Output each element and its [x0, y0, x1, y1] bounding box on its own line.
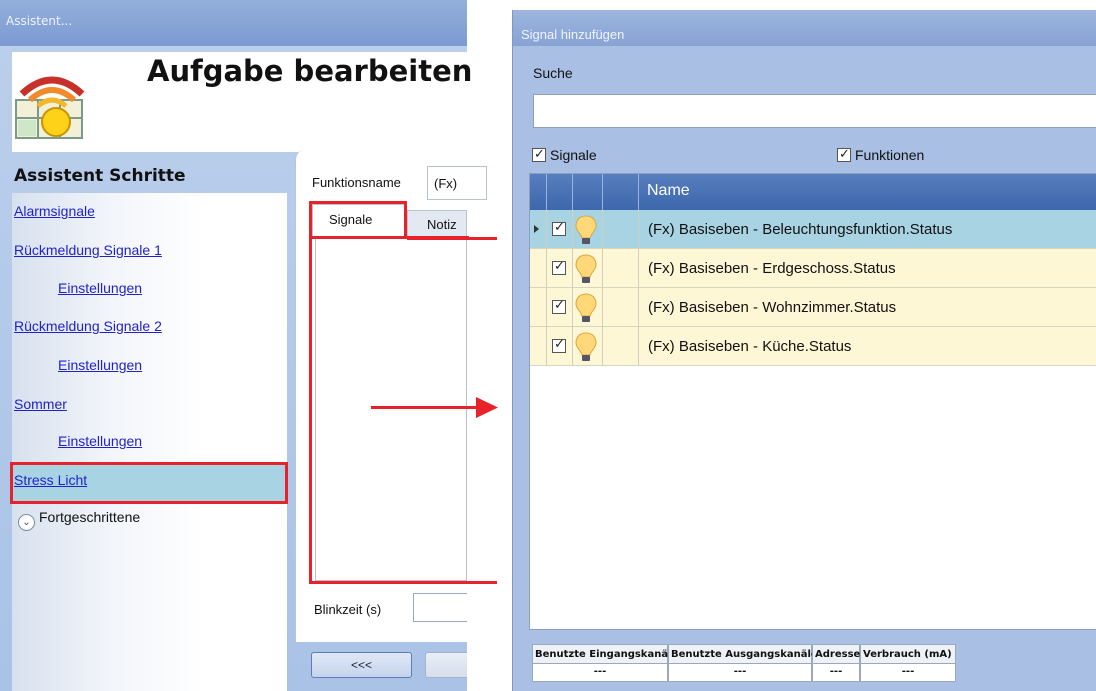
grid-header: Name: [530, 174, 1096, 210]
column-header-name[interactable]: Name: [647, 182, 690, 200]
back-button[interactable]: <<<: [311, 652, 412, 678]
steps-title: Assistent Schritte: [14, 166, 186, 186]
connector-line-bottom: [465, 581, 497, 584]
row-name: (Fx) Basiseben - Erdgeschoss.Status: [648, 260, 896, 277]
blink-time-label: Blinkzeit (s): [314, 602, 382, 617]
row-checkbox[interactable]: [552, 298, 566, 314]
search-label: Suche: [533, 65, 573, 81]
search-input[interactable]: [533, 94, 1096, 128]
stat-value-output-channels: ---: [668, 664, 812, 682]
advanced-toggle[interactable]: ⌄ Fortgeschrittene: [18, 509, 140, 531]
steps-panel: [12, 193, 287, 691]
stat-value-consumption: ---: [860, 664, 956, 682]
step-einstellungen-2[interactable]: Einstellungen: [58, 357, 142, 373]
stat-header-input-channels: Benutzte Eingangskanäle: [532, 644, 678, 664]
light-bulb-icon: [575, 293, 597, 322]
filter-funktionen-checkbox[interactable]: Funktionen: [837, 146, 925, 163]
table-row[interactable]: (Fx) Basiseben - Erdgeschoss.Status: [530, 249, 1096, 288]
filter-signale-checkbox[interactable]: Signale: [532, 146, 597, 163]
row-checkbox[interactable]: [552, 337, 566, 353]
stat-header-output-channels: Benutzte Ausgangskanäle: [668, 644, 818, 664]
grid-header-icon-col: [573, 174, 603, 210]
step-rueckmeldung-signale-2[interactable]: Rückmeldung Signale 2: [14, 318, 162, 334]
step-sommer[interactable]: Sommer: [14, 396, 67, 412]
filter-funktionen-label: Funktionen: [855, 147, 925, 163]
table-row[interactable]: (Fx) Basiseben - Küche.Status: [530, 327, 1096, 366]
table-row[interactable]: (Fx) Basiseben - Beleuchtungsfunktion.St…: [530, 210, 1096, 249]
checkbox-checked-icon: [532, 146, 546, 162]
row-spacer-cell: [603, 249, 639, 288]
row-spacer-cell: [603, 210, 639, 249]
row-name: (Fx) Basiseben - Beleuchtungsfunktion.St…: [648, 221, 953, 238]
checkbox-checked-icon: [837, 146, 851, 162]
screenshot-root: Assistent... Aufgabe bearbeiten Assisten…: [0, 0, 1096, 691]
lighting-task-icon: [15, 76, 85, 139]
filter-signale-label: Signale: [550, 147, 597, 163]
stat-header-consumption: Verbrauch (mA): [860, 644, 956, 664]
signal-grid: Name (Fx) Basiseben - Beleuchtungsfunkti…: [529, 173, 1096, 630]
row-indicator-cell: [530, 288, 547, 327]
grid-header-spacer-col: [603, 174, 639, 210]
row-checkbox[interactable]: [552, 220, 566, 236]
step-rueckmeldung-signale-1[interactable]: Rückmeldung Signale 1: [14, 242, 162, 258]
row-name: (Fx) Basiseben - Küche.Status: [648, 338, 852, 355]
assistant-window: Assistent... Aufgabe bearbeiten Assisten…: [0, 0, 487, 691]
stat-value-address: ---: [812, 664, 860, 682]
row-spacer-cell: [603, 288, 639, 327]
grid-header-check-col: [547, 174, 573, 210]
step-alarmsignale[interactable]: Alarmsignale: [14, 203, 95, 219]
highlight-box-tab: [309, 201, 407, 239]
advanced-label: Fortgeschrittene: [39, 509, 141, 525]
highlight-box-list: [309, 236, 469, 584]
light-bulb-icon: [575, 215, 597, 244]
page-title: Aufgabe bearbeiten: [147, 54, 473, 88]
highlight-box-step: [10, 462, 288, 504]
table-row[interactable]: (Fx) Basiseben - Wohnzimmer.Status: [530, 288, 1096, 327]
current-row-icon: [534, 225, 539, 233]
next-button[interactable]: [425, 652, 467, 678]
row-indicator-cell: [530, 327, 547, 366]
step-einstellungen-3[interactable]: Einstellungen: [58, 433, 142, 449]
light-bulb-icon: [575, 254, 597, 283]
stat-value-input-channels: ---: [532, 664, 668, 682]
light-bulb-icon: [575, 332, 597, 361]
chevron-down-icon: ⌄: [18, 514, 35, 531]
row-indicator-cell: [530, 249, 547, 288]
add-signal-window: Signal hinzufügen Suche Signale Funktion…: [512, 10, 1096, 691]
connector-line-top: [407, 237, 497, 240]
row-spacer-cell: [603, 327, 639, 366]
assistant-titlebar: Assistent...: [0, 0, 467, 46]
tab-notiz[interactable]: Notiz: [407, 210, 467, 238]
grid-header-indicator-col: [530, 174, 547, 210]
stat-header-address: Adresse: [812, 644, 860, 664]
assistant-header: Aufgabe bearbeiten: [12, 52, 472, 152]
arrow-shaft: [371, 406, 479, 409]
row-name: (Fx) Basiseben - Wohnzimmer.Status: [648, 299, 897, 316]
blink-time-field[interactable]: [413, 593, 467, 622]
step-einstellungen-1[interactable]: Einstellungen: [58, 280, 142, 296]
add-signal-titlebar: Signal hinzufügen: [513, 10, 1096, 46]
function-name-label: Funktionsname: [312, 175, 401, 190]
arrow-right-icon: [476, 397, 498, 418]
row-checkbox[interactable]: [552, 259, 566, 275]
function-name-field[interactable]: (Fx): [427, 166, 487, 200]
